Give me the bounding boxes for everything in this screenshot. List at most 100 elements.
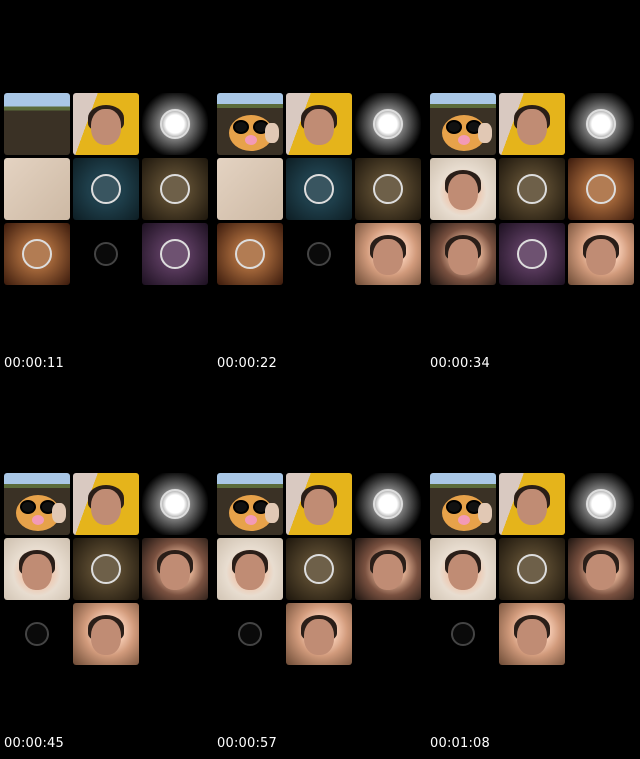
frame-6	[430, 473, 636, 667]
participant-tile[interactable]	[499, 538, 565, 600]
participant-tile[interactable]	[355, 473, 421, 535]
participant-tile[interactable]	[568, 93, 634, 155]
participant-tile[interactable]	[4, 158, 70, 220]
timestamp: 00:00:57	[217, 736, 277, 751]
timestamp: 00:00:34	[430, 356, 490, 371]
participant-tile[interactable]	[499, 473, 565, 535]
participant-tile[interactable]	[73, 603, 139, 665]
participant-tile[interactable]	[142, 538, 208, 600]
participant-tile[interactable]	[568, 158, 634, 220]
face-icon	[235, 554, 265, 591]
participant-tile[interactable]	[142, 223, 208, 285]
face-icon	[91, 109, 121, 146]
participant-tile[interactable]	[499, 603, 565, 665]
participant-tile[interactable]	[430, 603, 496, 665]
hand-shape	[478, 503, 492, 523]
participant-tile[interactable]	[286, 473, 352, 535]
timestamp: 00:00:11	[4, 356, 64, 371]
participant-tile[interactable]	[286, 538, 352, 600]
participant-tile[interactable]	[430, 158, 496, 220]
face-icon	[517, 619, 547, 656]
nose-shape	[32, 515, 44, 525]
avatar-ring-icon	[91, 554, 121, 584]
face-icon	[373, 554, 403, 591]
frame-5	[217, 473, 423, 667]
hand-shape	[478, 123, 492, 143]
participant-tile[interactable]	[73, 158, 139, 220]
participant-tile[interactable]	[217, 538, 283, 600]
participant-tile[interactable]	[217, 223, 283, 285]
avatar-ring-icon	[160, 489, 190, 519]
avatar-ring-icon	[238, 622, 262, 646]
participant-tile[interactable]	[217, 158, 283, 220]
participant-tile[interactable]	[4, 473, 70, 535]
participant-tile[interactable]	[73, 538, 139, 600]
participant-grid	[430, 473, 636, 667]
participant-grid	[4, 93, 210, 287]
avatar-ring-icon	[586, 489, 616, 519]
participant-tile[interactable]	[286, 223, 352, 285]
avatar-ring-icon	[517, 239, 547, 269]
participant-tile[interactable]	[430, 93, 496, 155]
avatar-ring-icon	[160, 109, 190, 139]
participant-tile[interactable]	[4, 603, 70, 665]
avatar-ring-icon	[160, 239, 190, 269]
participant-tile[interactable]	[499, 93, 565, 155]
timestamp: 00:00:45	[4, 736, 64, 751]
face-icon	[517, 109, 547, 146]
participant-tile[interactable]	[286, 158, 352, 220]
participant-tile[interactable]	[355, 158, 421, 220]
face-icon	[448, 554, 478, 591]
participant-grid	[217, 93, 423, 287]
face-icon	[304, 619, 334, 656]
participant-tile[interactable]	[217, 603, 283, 665]
avatar-ring-icon	[517, 174, 547, 204]
avatar-ring-icon	[235, 239, 265, 269]
participant-tile[interactable]	[4, 223, 70, 285]
participant-tile[interactable]	[4, 538, 70, 600]
participant-tile[interactable]	[73, 223, 139, 285]
participant-tile[interactable]	[568, 223, 634, 285]
participant-tile[interactable]	[499, 158, 565, 220]
face-icon	[91, 619, 121, 656]
participant-grid	[217, 473, 423, 667]
participant-tile[interactable]	[499, 223, 565, 285]
eye-shape	[233, 120, 249, 134]
participant-tile[interactable]	[4, 93, 70, 155]
timestamp: 00:00:22	[217, 356, 277, 371]
participant-tile[interactable]	[73, 473, 139, 535]
avatar-ring-icon	[373, 174, 403, 204]
participant-grid	[430, 93, 636, 287]
avatar-ring-icon	[307, 242, 331, 266]
avatar-ring-icon	[517, 554, 547, 584]
participant-tile[interactable]	[142, 158, 208, 220]
participant-tile[interactable]	[430, 223, 496, 285]
eye-shape	[446, 120, 462, 134]
participant-tile[interactable]	[142, 93, 208, 155]
face-icon	[448, 174, 478, 211]
participant-tile[interactable]	[217, 93, 283, 155]
eye-shape	[233, 500, 249, 514]
participant-tile[interactable]	[286, 603, 352, 665]
participant-tile[interactable]	[142, 473, 208, 535]
face-icon	[22, 554, 52, 591]
avatar-ring-icon	[373, 489, 403, 519]
eye-shape	[446, 500, 462, 514]
nose-shape	[458, 515, 470, 525]
participant-tile[interactable]	[217, 473, 283, 535]
timestamp: 00:01:08	[430, 736, 490, 751]
participant-tile[interactable]	[286, 93, 352, 155]
nose-shape	[245, 135, 257, 145]
participant-tile[interactable]	[355, 93, 421, 155]
hand-shape	[52, 503, 66, 523]
participant-tile[interactable]	[355, 538, 421, 600]
participant-tile[interactable]	[355, 223, 421, 285]
participant-tile[interactable]	[568, 538, 634, 600]
participant-tile[interactable]	[568, 473, 634, 535]
participant-tile[interactable]	[430, 473, 496, 535]
face-icon	[448, 239, 478, 276]
avatar-ring-icon	[91, 174, 121, 204]
participant-tile[interactable]	[73, 93, 139, 155]
participant-tile[interactable]	[430, 538, 496, 600]
avatar-ring-icon	[373, 109, 403, 139]
